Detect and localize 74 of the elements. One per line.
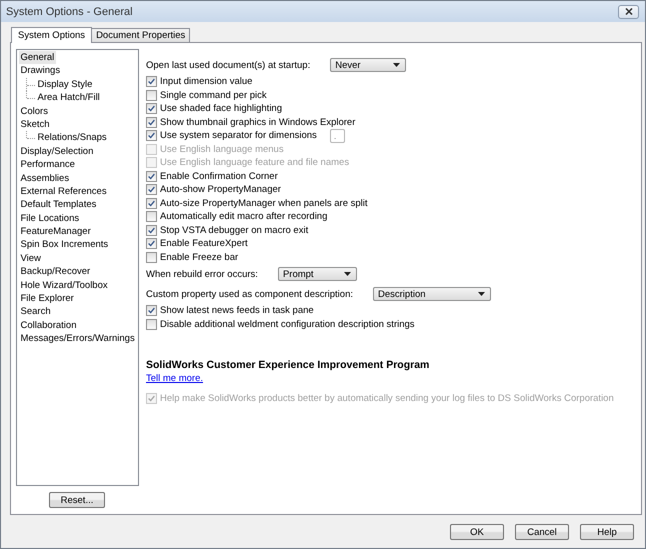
- sidebar-item[interactable]: File Explorer: [18, 292, 76, 306]
- option-label: Use system separator for dimensions: [160, 130, 317, 142]
- tell-me-more-link[interactable]: Tell me more.: [146, 373, 204, 384]
- separator-field[interactable]: .: [330, 128, 345, 143]
- option-label: Show thumbnail graphics in Windows Explorer: [160, 116, 356, 128]
- tab[interactable]: System Options: [11, 27, 92, 43]
- sidebar-item[interactable]: Display/Selection: [18, 144, 96, 158]
- close-icon: [624, 8, 632, 15]
- dropdown[interactable]: Description: [373, 287, 491, 301]
- checkbox[interactable]: [146, 170, 157, 182]
- option-label: Open last used document(s) at startup:: [146, 60, 310, 70]
- sidebar-item[interactable]: Display Style: [36, 78, 94, 92]
- sidebar-item[interactable]: Relations/Snaps: [36, 131, 109, 145]
- sidebar-item[interactable]: Search: [18, 305, 53, 319]
- option-label: Use English language menus: [160, 144, 284, 155]
- option-label: Auto-size PropertyManager when panels are split: [160, 198, 368, 209]
- sidebar-item[interactable]: Assemblies: [18, 172, 72, 185]
- sidebar-item[interactable]: General: [18, 51, 56, 64]
- checkbox[interactable]: [146, 224, 157, 236]
- option-label: Enable Freeze bar: [160, 252, 238, 263]
- option-label: Auto-show PropertyManager: [160, 184, 281, 196]
- sidebar-item[interactable]: FeatureManager: [18, 225, 93, 238]
- dialog-button[interactable]: Cancel: [515, 524, 569, 540]
- option-label: Input dimension value: [160, 76, 252, 88]
- sidebar-item[interactable]: Hole Wizard/Toolbox: [18, 278, 110, 292]
- sidebar-item[interactable]: Backup/Recover: [18, 265, 92, 279]
- option-label: Help make SolidWorks products better by automatically sending your log files to DS SolidWorks Corporation: [160, 393, 614, 404]
- sidebar-item[interactable]: Drawings: [18, 64, 62, 78]
- caret-icon: [344, 272, 351, 276]
- checkbox[interactable]: [146, 238, 157, 250]
- caret-icon: [393, 63, 400, 67]
- sidebar-item[interactable]: Messages/Errors/Warnings: [18, 332, 137, 346]
- option-label: Enable FeatureXpert: [160, 238, 248, 250]
- checkbox[interactable]: [146, 103, 157, 114]
- checkbox[interactable]: [146, 252, 157, 263]
- option-label: Disable additional weldment configuration description strings: [160, 318, 415, 330]
- checkbox[interactable]: [146, 305, 157, 316]
- window-title: System Options - General: [6, 6, 133, 18]
- sidebar-item[interactable]: File Locations: [18, 212, 82, 226]
- dialog-button[interactable]: Help: [580, 524, 634, 540]
- checkbox[interactable]: [146, 318, 157, 330]
- option-label: Custom property used as component description:: [146, 288, 353, 300]
- sidebar-item[interactable]: Area Hatch/Fill: [36, 91, 102, 105]
- option-label: Stop VSTA debugger on macro exit: [160, 224, 308, 236]
- checkbox[interactable]: [146, 90, 157, 101]
- option-label: Automatically edit macro after recording: [160, 211, 328, 222]
- option-label: Use English language feature and file names: [160, 157, 350, 168]
- option-label: Enable Confirmation Corner: [160, 170, 278, 182]
- option-label: When rebuild error occurs:: [146, 268, 258, 280]
- sidebar-item[interactable]: Performance: [18, 158, 77, 172]
- close-button[interactable]: [618, 4, 639, 18]
- checkbox[interactable]: [146, 76, 157, 88]
- checkbox[interactable]: [146, 184, 157, 196]
- sidebar-item[interactable]: Default Templates: [18, 198, 98, 212]
- dropdown[interactable]: Prompt: [278, 267, 357, 281]
- checkbox[interactable]: [146, 116, 157, 128]
- sidebar-item[interactable]: Colors: [18, 104, 50, 118]
- checkbox[interactable]: [146, 211, 157, 222]
- dropdown[interactable]: Never: [330, 58, 406, 72]
- checkbox[interactable]: [146, 130, 157, 142]
- sidebar-item[interactable]: View: [18, 252, 43, 266]
- tab[interactable]: Document Properties: [91, 28, 190, 42]
- option-label: Use shaded face highlighting: [160, 103, 282, 114]
- option-label: Show latest news feeds in task pane: [160, 305, 314, 316]
- dialog-button[interactable]: OK: [450, 524, 504, 540]
- caret-icon: [478, 292, 485, 296]
- section-heading: SolidWorks Customer Experience Improvement Program: [146, 359, 430, 371]
- option-label: Single command per pick: [160, 90, 267, 101]
- sidebar-item[interactable]: Spin Box Increments: [18, 238, 110, 252]
- sidebar-item[interactable]: Collaboration: [18, 318, 78, 332]
- checkbox[interactable]: [146, 198, 157, 209]
- reset-button[interactable]: Reset...: [49, 492, 105, 508]
- sidebar-item[interactable]: External References: [18, 184, 109, 198]
- sidebar-item[interactable]: Sketch: [18, 118, 52, 132]
